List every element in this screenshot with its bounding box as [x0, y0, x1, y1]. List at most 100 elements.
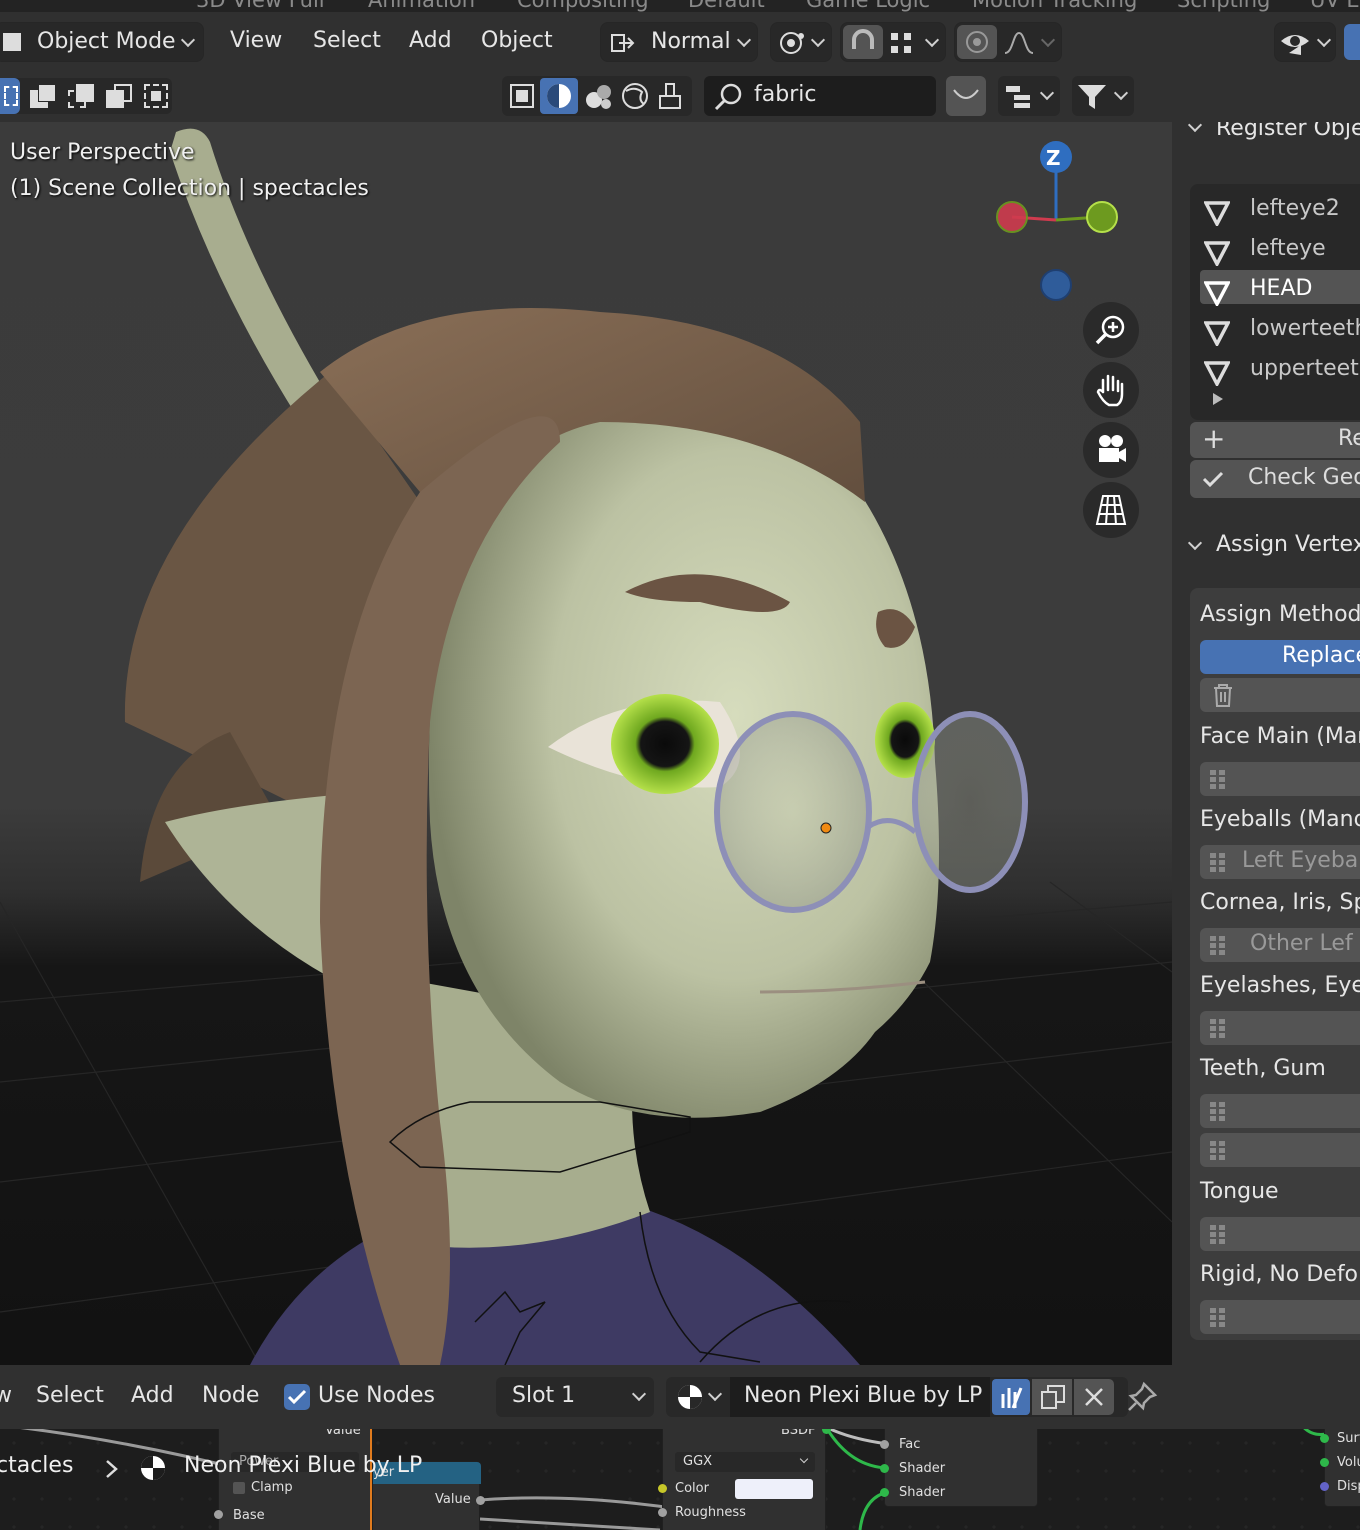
list-item-active[interactable]: HEAD	[1200, 274, 1360, 308]
input-socket[interactable]	[658, 1484, 667, 1493]
menu-node[interactable]: Node	[202, 1383, 259, 1408]
perspective-toggle-button[interactable]	[1083, 482, 1139, 538]
use-nodes-checkbox[interactable]	[284, 1384, 310, 1410]
list-item[interactable]: upperteeth	[1200, 354, 1360, 388]
filter-dropdown[interactable]	[1072, 76, 1134, 116]
menu-view[interactable]: View	[230, 28, 282, 53]
breadcrumb-material[interactable]: Neon Plexi Blue by LP	[184, 1453, 422, 1478]
pivot-point-dropdown[interactable]	[770, 22, 832, 62]
menu-add[interactable]: Add	[409, 28, 452, 53]
gizmo-toggle-button[interactable]	[1344, 24, 1360, 60]
material-browse-button[interactable]	[666, 1377, 728, 1417]
vertex-group-field[interactable]	[1200, 1133, 1360, 1167]
object-list[interactable]: lefteye2 lefteye HEAD lowerteeth upperte…	[1190, 184, 1360, 420]
vertex-group-field[interactable]	[1200, 762, 1360, 796]
distribution-dropdown[interactable]: GGX	[675, 1452, 815, 1472]
clear-button[interactable]	[1200, 678, 1360, 712]
node-canvas[interactable]: ctacles Value Power Clamp Base yer Value…	[0, 1429, 1360, 1530]
register-panel-title[interactable]: Register Obje	[1216, 122, 1360, 141]
select-intersect-button[interactable]	[142, 82, 172, 110]
curve-button[interactable]	[946, 76, 986, 116]
mode-selector[interactable]: Object Mode	[0, 22, 204, 62]
list-item[interactable]: lefteye	[1200, 234, 1360, 268]
solid-shading-button[interactable]	[540, 78, 578, 114]
slot-label: Slot 1	[512, 1383, 576, 1408]
glossy-bsdf-node[interactable]: BSDF GGX Color Roughness	[658, 1429, 831, 1530]
menu-add[interactable]: Add	[131, 1383, 174, 1408]
snap-toggle[interactable]	[843, 25, 883, 59]
material-icon	[141, 1456, 165, 1480]
snap-grid-icon[interactable]	[889, 31, 915, 55]
tab-animation[interactable]: Animation	[368, 0, 475, 12]
vertex-group-field[interactable]	[1200, 1094, 1360, 1128]
falloff-curve-icon[interactable]	[1003, 31, 1035, 55]
math-node[interactable]: Value Power Clamp Base	[214, 1429, 372, 1530]
input-socket[interactable]	[880, 1440, 889, 1449]
tab-compositing[interactable]: Compositing	[517, 0, 649, 12]
menu-object[interactable]: Object	[481, 28, 553, 53]
orientation-dropdown[interactable]: Normal	[600, 22, 758, 62]
expand-triangle-icon[interactable]	[1212, 392, 1224, 406]
tab-default[interactable]: Default	[688, 0, 765, 12]
select-new-button[interactable]	[0, 78, 20, 114]
vertex-group-field[interactable]	[1200, 1217, 1360, 1251]
input-socket[interactable]	[880, 1464, 889, 1473]
search-field[interactable]: fabric	[704, 76, 936, 116]
replace-button[interactable]: Replace	[1200, 640, 1360, 674]
input-socket[interactable]	[658, 1508, 667, 1517]
select-difference-button[interactable]	[104, 82, 134, 110]
check-geo-button[interactable]: Check Geo	[1190, 460, 1360, 498]
chevron-down-icon[interactable]	[1187, 122, 1203, 133]
pan-button[interactable]	[1083, 362, 1139, 418]
input-socket[interactable]	[1320, 1458, 1329, 1467]
clamp-checkbox[interactable]	[233, 1482, 245, 1494]
input-socket[interactable]	[880, 1488, 889, 1497]
duplicate-material-button[interactable]	[1032, 1379, 1072, 1415]
mesh-icon	[1204, 241, 1230, 266]
input-socket[interactable]	[214, 1510, 223, 1519]
color-swatch[interactable]	[735, 1479, 813, 1499]
vertex-group-field[interactable]: Left Eyeba	[1200, 845, 1360, 879]
tab-scripting[interactable]: Scripting	[1177, 0, 1270, 12]
vertex-group-field[interactable]: Other Lef	[1200, 928, 1360, 962]
proportional-toggle[interactable]	[957, 25, 997, 59]
visibility-dropdown[interactable]	[1274, 22, 1336, 62]
unlink-material-button[interactable]	[1074, 1379, 1114, 1415]
assign-panel-title[interactable]: Assign Vertex	[1216, 532, 1360, 557]
3d-viewport[interactable]: User Perspective (1) Scene Collection | …	[0, 122, 1172, 1365]
tab-3d-view-full[interactable]: 3D View Full	[196, 0, 325, 12]
tab-game-logic[interactable]: Game Logic	[806, 0, 930, 12]
vertex-group-field[interactable]	[1200, 1011, 1360, 1045]
chevron-down-icon[interactable]	[1187, 535, 1203, 551]
input-socket[interactable]	[1320, 1482, 1329, 1491]
register-button[interactable]: + Re	[1190, 422, 1360, 458]
material-preview-icon[interactable]	[584, 82, 614, 110]
wireframe-shading-button[interactable]	[506, 80, 538, 112]
use-nodes-label[interactable]: Use Nodes	[318, 1383, 435, 1408]
rendered-shading-icon[interactable]	[620, 82, 650, 110]
camera-view-button[interactable]	[1083, 422, 1139, 478]
vertex-group-field[interactable]	[1200, 1300, 1360, 1334]
menu-select[interactable]: Select	[36, 1383, 104, 1408]
outliner-filter-dropdown[interactable]	[998, 76, 1060, 116]
list-item[interactable]: lefteye2	[1200, 194, 1360, 228]
output-socket[interactable]	[476, 1496, 485, 1505]
zoom-button[interactable]	[1083, 302, 1139, 358]
menu-view-truncated[interactable]: w	[0, 1383, 12, 1408]
tab-uv-editing[interactable]: UV E	[1310, 0, 1360, 12]
texture-paint-icon[interactable]	[656, 82, 686, 110]
material-output-node[interactable]: Surf Volu Disp	[1320, 1429, 1360, 1507]
pin-icon[interactable]	[1126, 1381, 1158, 1413]
tab-motion-tracking[interactable]: Motion Tracking	[972, 0, 1137, 12]
select-subtract-button[interactable]	[66, 82, 96, 110]
select-extend-button[interactable]	[28, 82, 58, 110]
slot-dropdown[interactable]: Slot 1	[496, 1377, 654, 1417]
menu-select[interactable]: Select	[313, 28, 381, 53]
input-socket[interactable]	[1320, 1434, 1329, 1443]
material-name-field[interactable]: Neon Plexi Blue by LP	[730, 1377, 990, 1417]
mix-shader-node[interactable]: Fac Shader Shader	[880, 1429, 1038, 1507]
fake-user-button[interactable]	[992, 1379, 1030, 1415]
gizmo-z-label: Z	[1046, 146, 1061, 170]
list-item[interactable]: lowerteeth	[1200, 314, 1360, 348]
breadcrumb-object[interactable]: ctacles	[0, 1453, 73, 1478]
